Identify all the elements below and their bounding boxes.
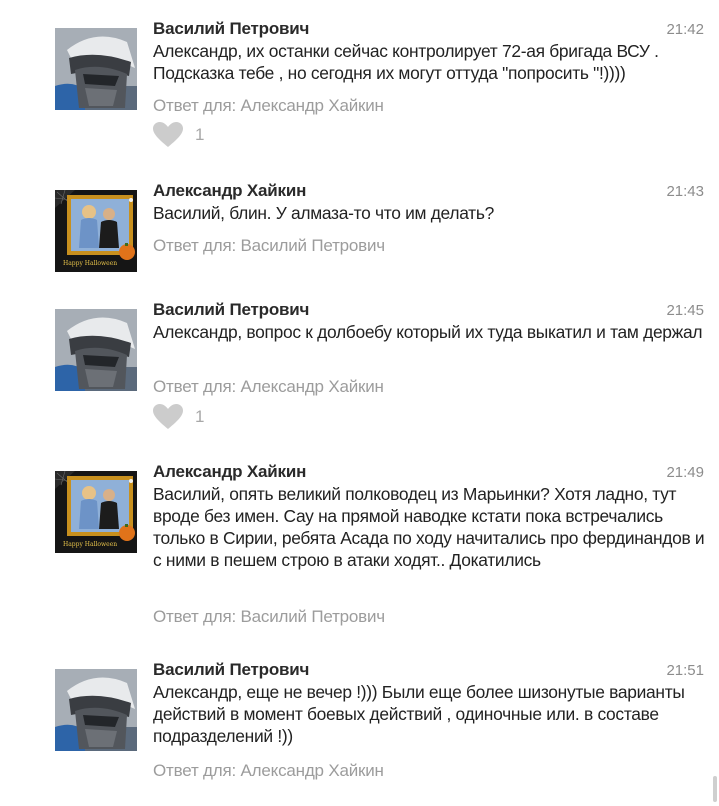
reply-to-link[interactable]: Ответ для: Александр Хайкин <box>153 377 384 397</box>
comment-author[interactable]: Александр Хайкин <box>153 181 306 201</box>
comment-author[interactable]: Александр Хайкин <box>153 462 306 482</box>
heart-icon <box>153 404 183 429</box>
soldier-avatar-image <box>55 28 137 110</box>
comment-time: 21:51 <box>666 662 704 679</box>
soldier-avatar-image <box>55 309 137 391</box>
comment-author[interactable]: Василий Петрович <box>153 660 309 680</box>
comment-author[interactable]: Василий Петрович <box>153 300 309 320</box>
comment-time: 21:49 <box>666 464 704 481</box>
avatar-caption: Happy Halloween <box>63 260 118 267</box>
comment-text: Василий, опять великий полководец из Мар… <box>153 484 705 570</box>
avatar[interactable] <box>55 669 137 751</box>
comment-author[interactable]: Василий Петрович <box>153 19 309 39</box>
avatar[interactable]: Happy Halloween <box>55 190 137 272</box>
comment-text: Александр, еще не вечер !))) Были еще бо… <box>153 682 685 746</box>
comment-time: 21:43 <box>666 183 704 200</box>
reply-to-link[interactable]: Ответ для: Александр Хайкин <box>153 761 384 781</box>
heart-icon <box>153 122 183 147</box>
reply-to-link[interactable]: Ответ для: Александр Хайкин <box>153 96 384 116</box>
comment-text: Александр, вопрос к долбоебу который их … <box>153 322 703 342</box>
comment-time: 21:42 <box>666 21 704 38</box>
like-count: 1 <box>195 407 205 426</box>
comment-text: Василий, блин. У алмаза-то что им делать… <box>153 203 494 223</box>
reply-to-link[interactable]: Ответ для: Василий Петрович <box>153 607 385 627</box>
like-count: 1 <box>195 125 205 144</box>
scrollbar-thumb[interactable] <box>713 776 717 802</box>
avatar[interactable] <box>55 28 137 110</box>
soldier-avatar-image <box>55 669 137 751</box>
avatar[interactable]: Happy Halloween <box>55 471 137 553</box>
avatar-caption: Happy Halloween <box>63 541 118 548</box>
avatar[interactable] <box>55 309 137 391</box>
reply-to-link[interactable]: Ответ для: Василий Петрович <box>153 236 385 256</box>
comment-text: Александр, их останки сейчас контролируе… <box>153 41 659 83</box>
comment-time: 21:45 <box>666 302 704 319</box>
